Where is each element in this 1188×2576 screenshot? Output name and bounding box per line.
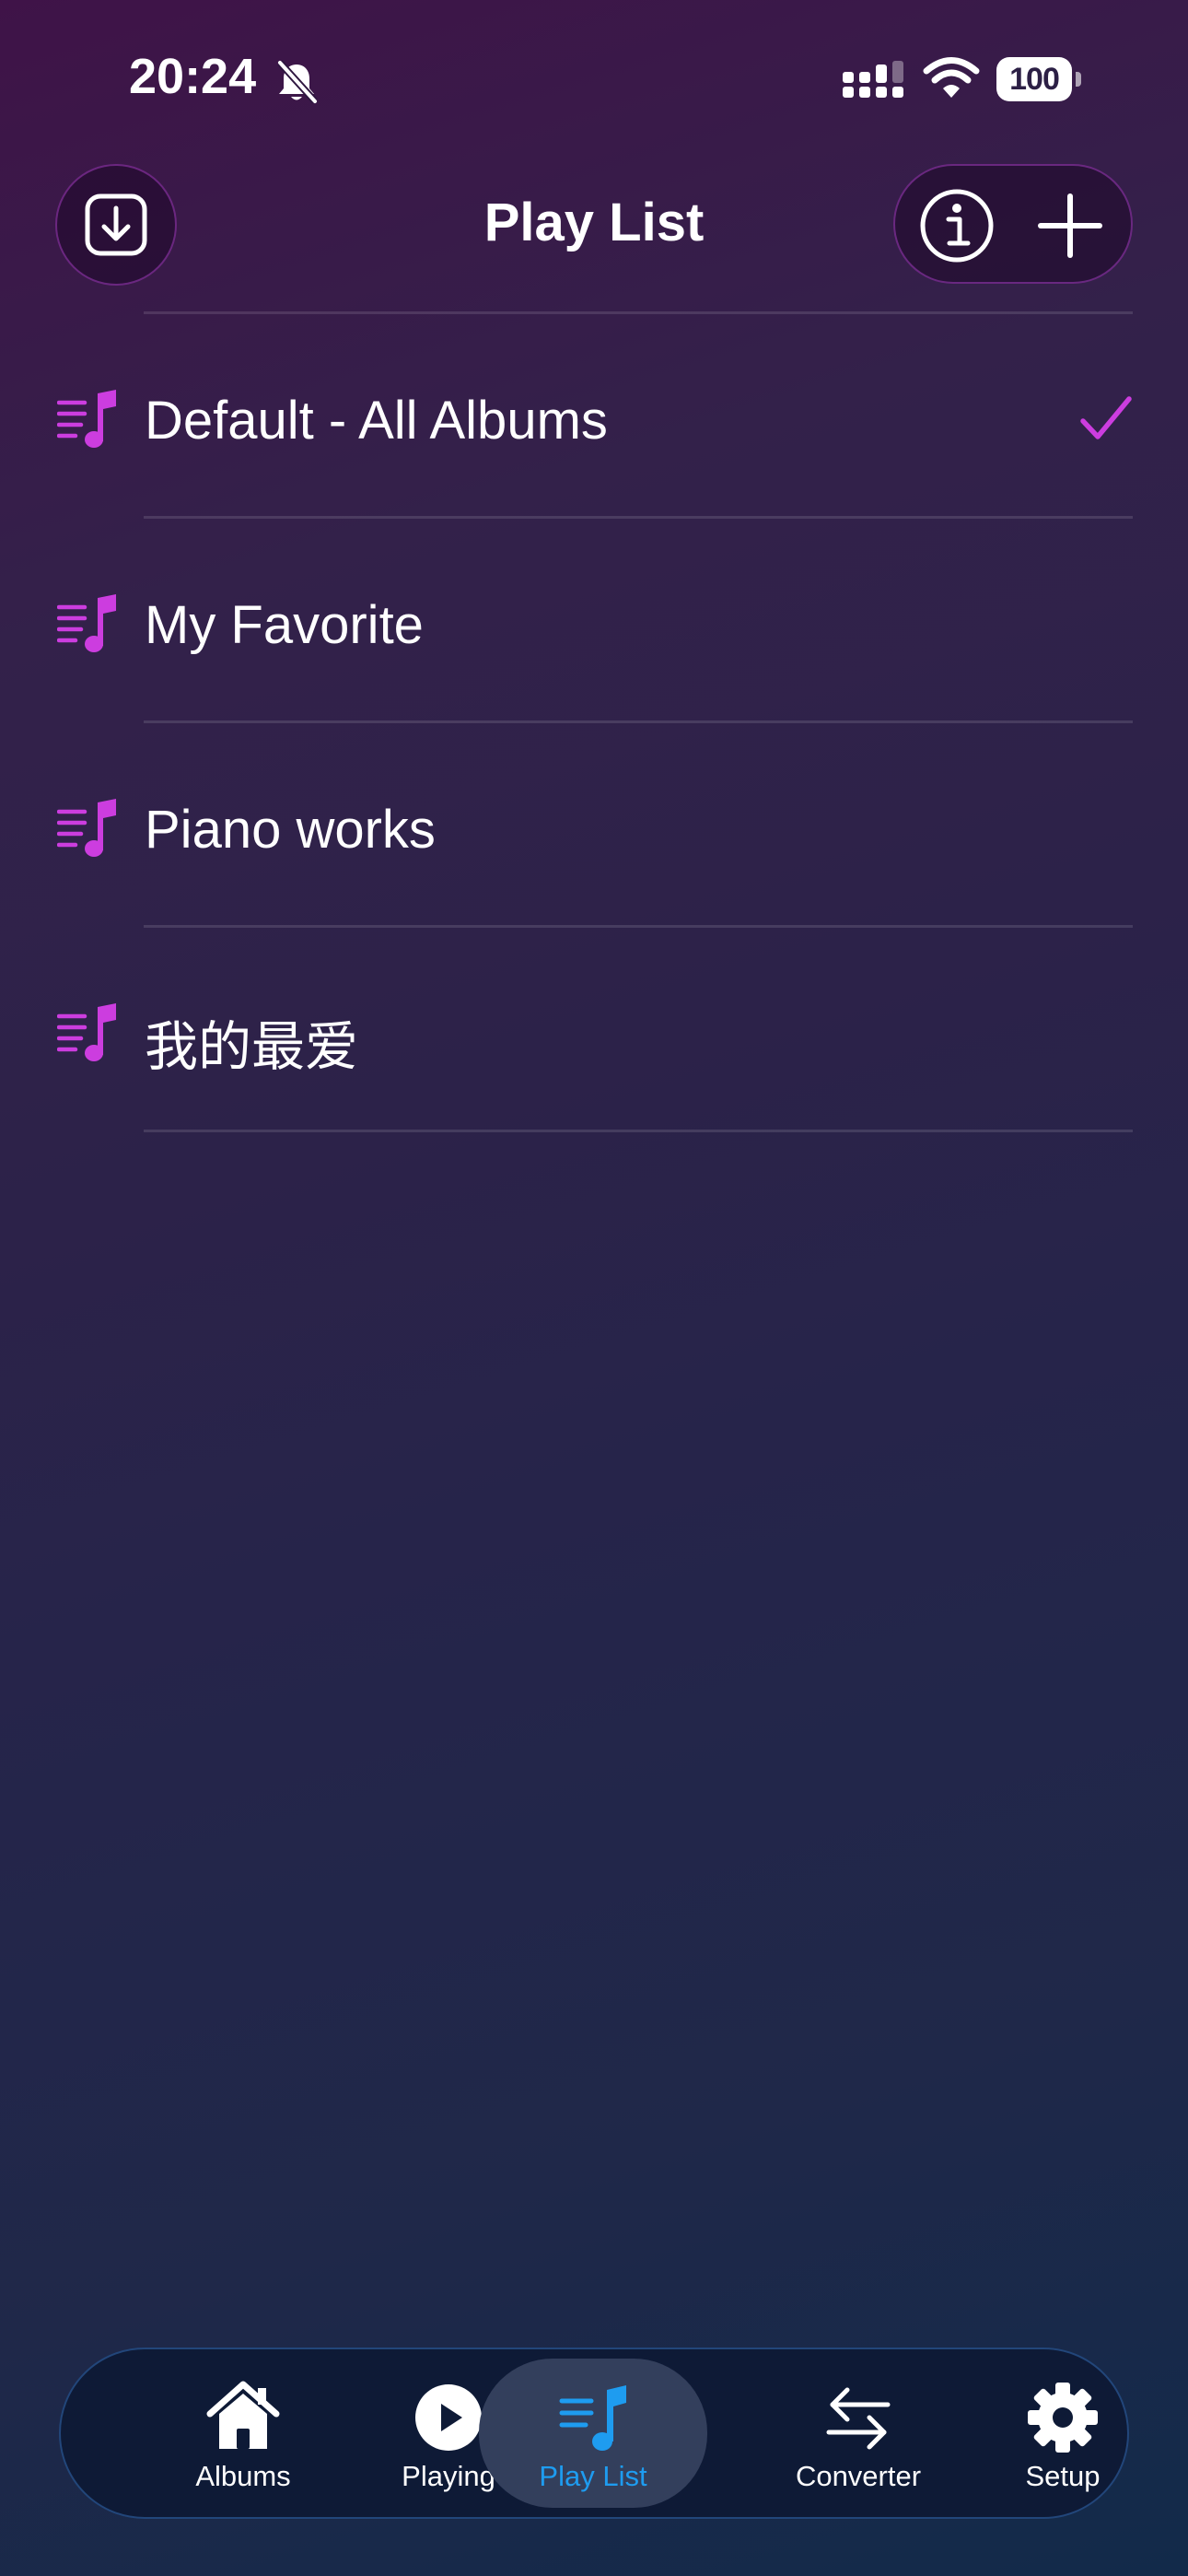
status-time: 20:24 — [129, 49, 257, 104]
add-button[interactable] — [1029, 184, 1112, 267]
cellular-signal-icon — [843, 61, 903, 98]
battery-cap — [1076, 72, 1081, 87]
tab-label: Converter — [795, 2460, 922, 2492]
music-list-icon — [57, 594, 116, 652]
music-list-icon — [57, 390, 116, 448]
checkmark-icon — [1080, 396, 1132, 439]
tab-label: Playing — [402, 2460, 495, 2492]
plus-icon — [1038, 193, 1102, 258]
tab-bar: Albums Playing Play List Converter Setup — [59, 2348, 1129, 2519]
arrows-swap-icon — [826, 2387, 891, 2450]
music-list-icon — [559, 2385, 626, 2451]
gear-icon — [1028, 2383, 1098, 2453]
bell-muted-icon — [277, 60, 318, 104]
playlist-row-my-favorite[interactable]: My Favorite — [0, 519, 1188, 723]
header-actions — [893, 164, 1133, 284]
battery-level: 100 — [996, 57, 1072, 101]
tab-albums[interactable]: Albums — [129, 2359, 357, 2508]
tab-label: Setup — [1025, 2460, 1101, 2492]
playlist-label: Default - All Albums — [145, 391, 608, 451]
playlist-label: 我的最爱 — [145, 1017, 359, 1077]
tab-setup[interactable]: Setup — [949, 2359, 1177, 2508]
tab-label: Albums — [195, 2460, 291, 2492]
tab-play-list[interactable]: Play List — [479, 2359, 707, 2508]
tab-converter[interactable]: Converter — [744, 2359, 973, 2508]
status-bar: 20:24 100 — [0, 0, 1188, 161]
playlist-label: My Favorite — [145, 595, 424, 655]
playlist-row-chinese-favorite[interactable]: 我的最爱 — [0, 928, 1188, 1132]
info-button[interactable] — [915, 184, 998, 267]
music-list-icon — [57, 799, 116, 857]
tab-label: Play List — [539, 2460, 647, 2492]
music-list-icon — [57, 1003, 116, 1061]
playlist-row-piano-works[interactable]: Piano works — [0, 723, 1188, 928]
wifi-icon — [923, 57, 980, 98]
row-divider — [144, 1130, 1133, 1132]
playlist-row-default[interactable]: Default - All Albums — [0, 314, 1188, 519]
play-circle-icon — [415, 2384, 482, 2451]
info-icon — [920, 189, 994, 263]
battery-indicator: 100 — [996, 57, 1081, 101]
house-icon — [206, 2381, 280, 2449]
playlist-label: Piano works — [145, 800, 436, 860]
